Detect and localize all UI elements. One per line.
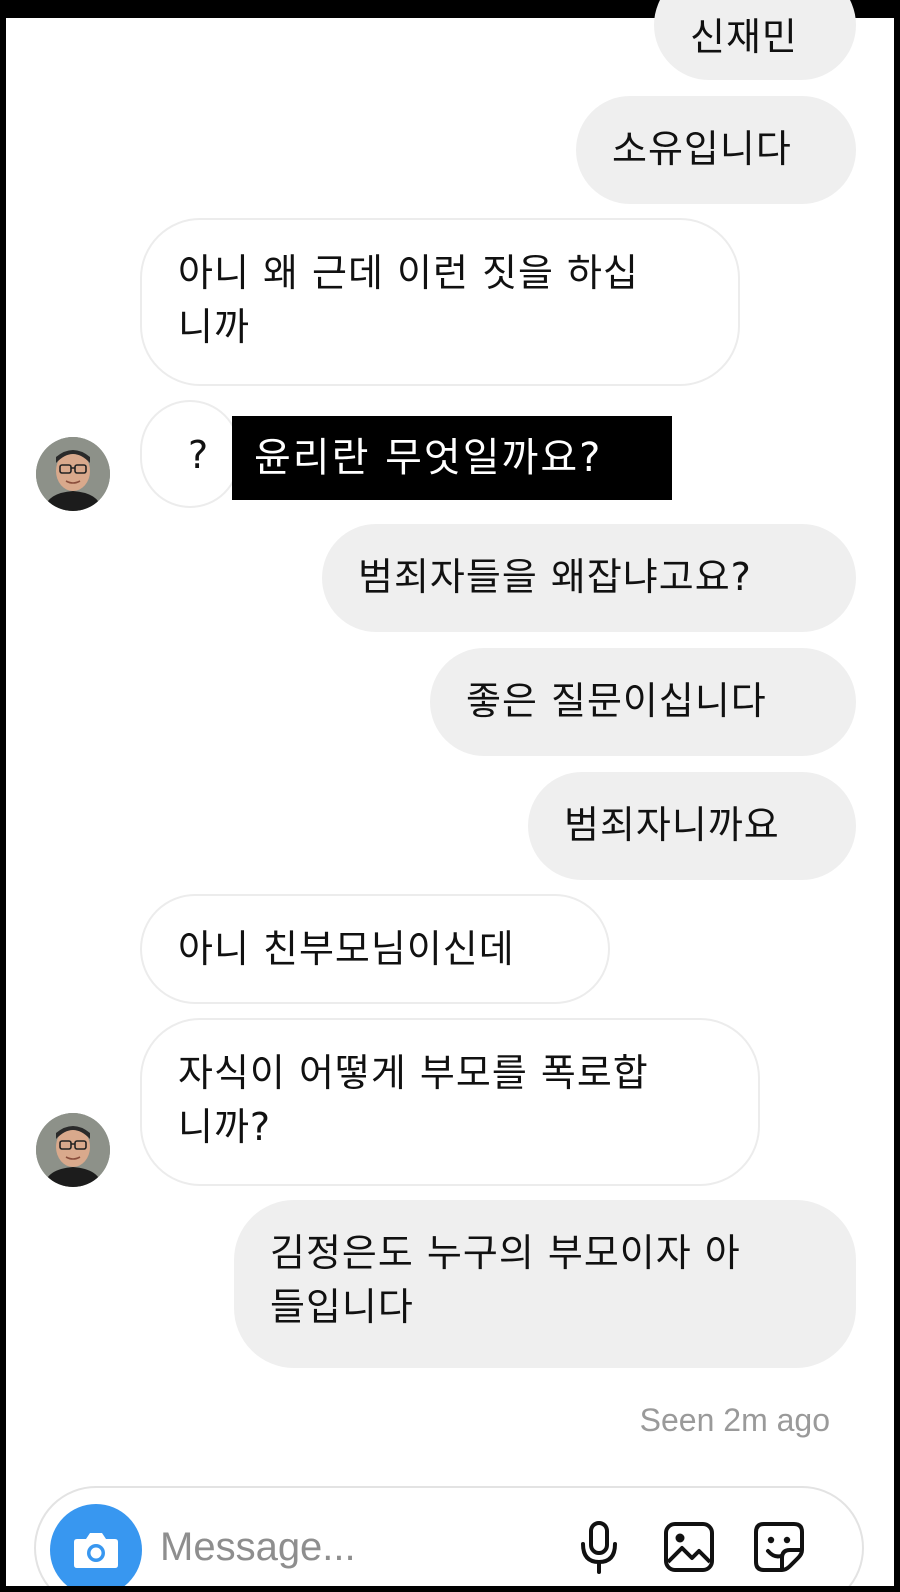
right-frame — [894, 0, 900, 1592]
message-bubble-outgoing[interactable]: 범죄자니까요 — [528, 772, 856, 880]
camera-icon — [74, 1533, 118, 1568]
gallery-icon — [664, 1522, 714, 1572]
message-bubble-outgoing[interactable]: 소유입니다 — [576, 96, 856, 204]
sticker-icon — [754, 1522, 804, 1572]
microphone-icon — [581, 1521, 617, 1574]
message-bubble-incoming[interactable]: 아니 친부모님이신데 — [140, 894, 610, 1004]
seen-status: Seen 2m ago — [639, 1402, 830, 1438]
sticker-button[interactable] — [748, 1516, 810, 1578]
left-frame — [0, 0, 6, 1592]
message-input[interactable] — [160, 1512, 550, 1582]
message-bubble-incoming[interactable]: 자식이 어떻게 부모를 폭로합 니까? — [140, 1018, 760, 1186]
microphone-button[interactable] — [568, 1516, 630, 1578]
gallery-button[interactable] — [658, 1516, 720, 1578]
camera-button[interactable] — [50, 1504, 142, 1592]
message-bubble-incoming[interactable]: ? — [140, 400, 240, 508]
message-bubble-outgoing[interactable]: 범죄자들을 왜잡냐고요? — [322, 524, 856, 632]
message-bubble-outgoing[interactable]: 신재민 — [654, 0, 856, 80]
sender-avatar[interactable] — [36, 437, 110, 511]
message-bubble-incoming[interactable]: 아니 왜 근데 이런 짓을 하십 니까 — [140, 218, 740, 386]
message-bubble-outgoing[interactable]: 좋은 질문이십니다 — [430, 648, 856, 756]
message-composer[interactable] — [34, 1486, 864, 1592]
sender-avatar[interactable] — [36, 1113, 110, 1187]
message-bubble-outgoing[interactable]: 김정은도 누구의 부모이자 아 들입니다 — [234, 1200, 856, 1368]
overlay-caption: 윤리란 무엇일까요? — [232, 416, 672, 500]
bottom-frame — [0, 1586, 900, 1592]
